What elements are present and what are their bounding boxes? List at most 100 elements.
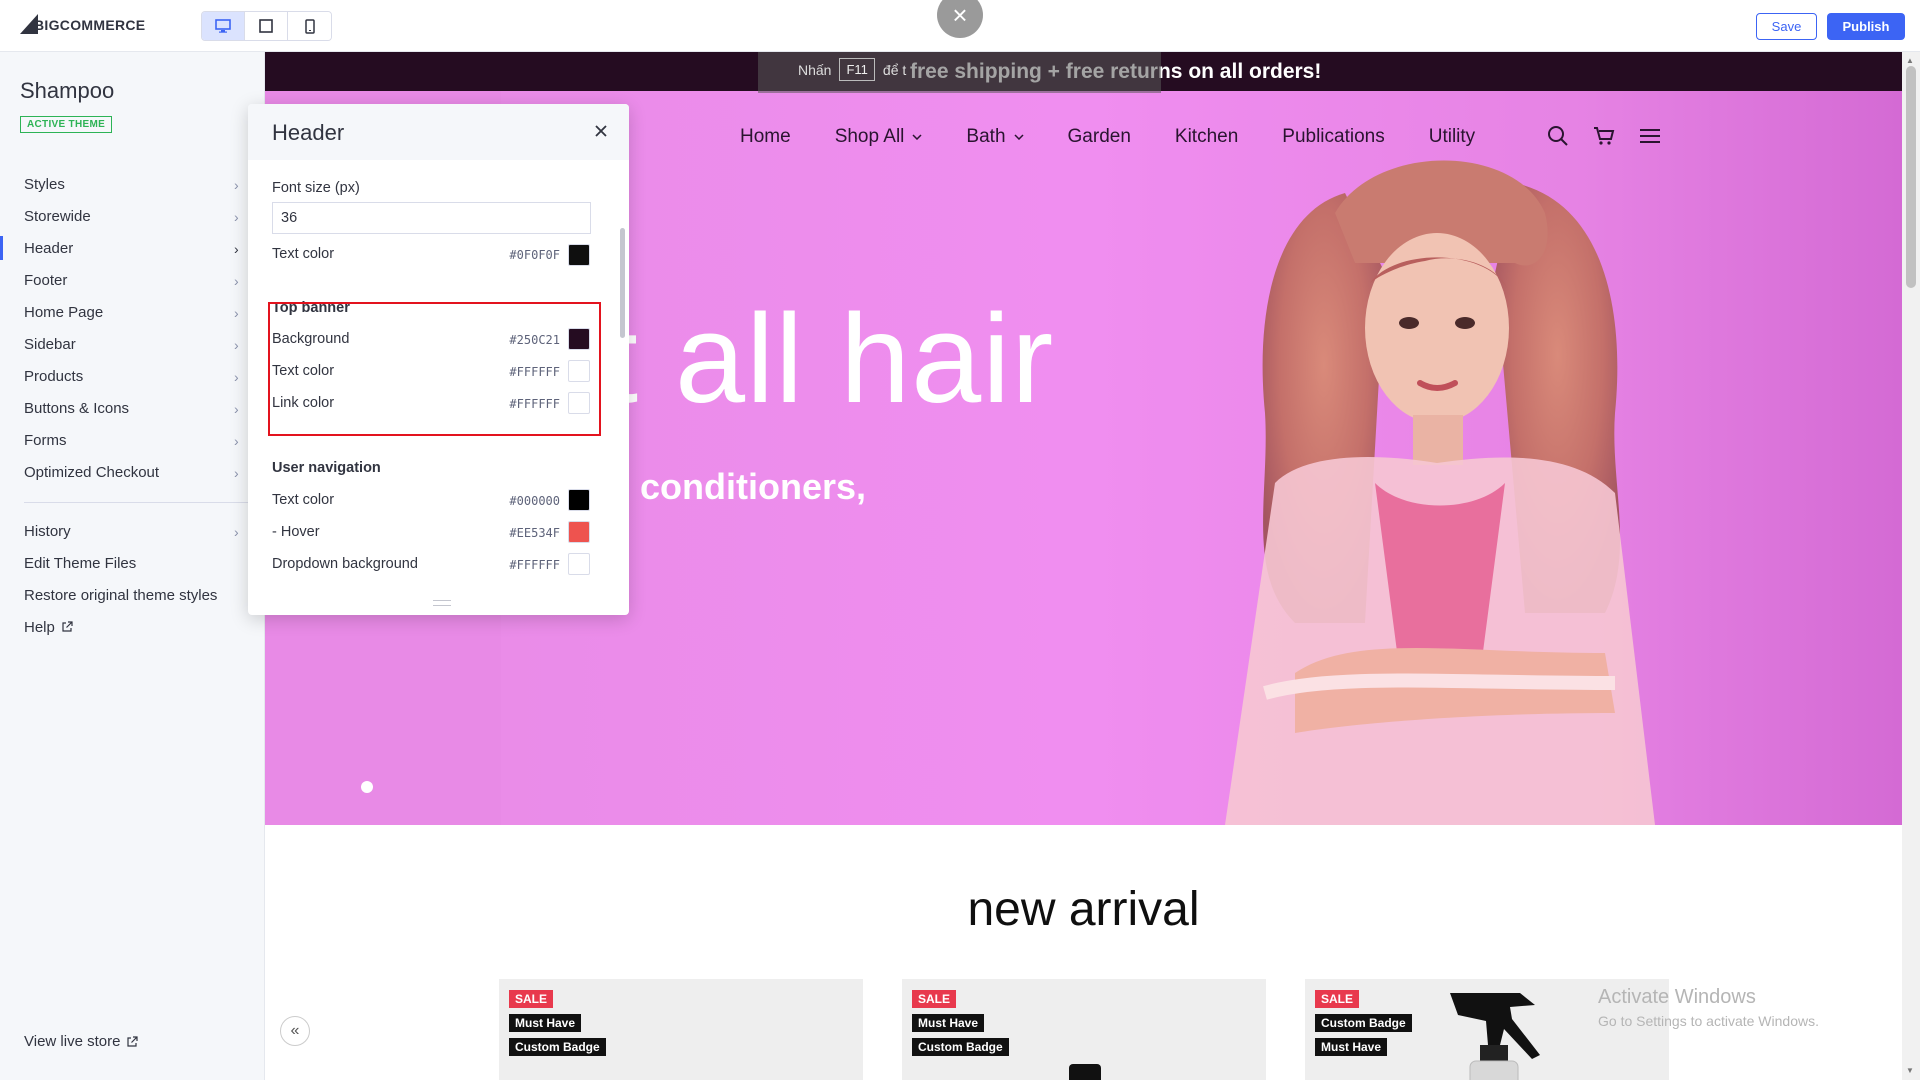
cart-icon[interactable]	[1593, 125, 1615, 147]
user-nav-text-color-label: Text color	[272, 492, 335, 508]
sidebar-item-forms[interactable]: Forms ›	[0, 424, 265, 456]
panel-body: Font size (px) Text color #0F0F0F Top ba…	[248, 160, 620, 605]
fullscreen-hint-text: để t	[882, 61, 907, 78]
sidebar-item-label: Sidebar	[24, 335, 76, 353]
store-nav-utility[interactable]: Utility	[1429, 126, 1475, 148]
chevron-right-icon: ›	[234, 369, 239, 385]
product-badge: Custom Badge	[509, 1038, 606, 1056]
store-nav-garden[interactable]: Garden	[1068, 126, 1131, 148]
sidebar-item-label: Forms	[24, 431, 67, 449]
sidebar-item-storewide[interactable]: Storewide ›	[0, 200, 265, 232]
external-link-icon	[62, 621, 73, 632]
sidebar-item-history[interactable]: History ›	[0, 515, 265, 547]
font-size-input[interactable]	[272, 202, 591, 234]
carousel-dot[interactable]	[361, 781, 373, 793]
theme-name: Shampoo	[20, 78, 115, 103]
settings-nav: Styles › Storewide › Header › Footer › Home …	[0, 168, 265, 643]
top-banner-text-color-swatch[interactable]	[568, 360, 590, 382]
sidebar-item-products[interactable]: Products ›	[0, 360, 265, 392]
tablet-icon	[259, 19, 273, 33]
store-nav-label: Kitchen	[1174, 126, 1239, 147]
text-color-label: Text color	[272, 246, 335, 262]
publish-button[interactable]: Publish	[1827, 13, 1905, 40]
store-nav-home[interactable]: Home	[740, 126, 791, 148]
panel-close-button[interactable]	[591, 121, 611, 141]
windows-activation-watermark: Activate Windows Go to Settings to activ…	[1598, 986, 1819, 1029]
sidebar-item-label: Storewide	[24, 207, 91, 225]
device-switcher	[201, 11, 332, 41]
chevron-right-icon: ›	[234, 177, 239, 193]
top-banner-link-color-label: Link color	[272, 395, 335, 411]
sidebar-item-buttons-icons[interactable]: Buttons & Icons ›	[0, 392, 265, 424]
menu-icon[interactable]	[1639, 125, 1661, 147]
view-live-store-label: View live store	[24, 1033, 121, 1050]
active-theme-badge: ACTIVE THEME	[20, 116, 113, 133]
product-card[interactable]: SALE Must Have Custom Badge	[902, 979, 1266, 1080]
save-button[interactable]: Save	[1756, 13, 1817, 40]
sidebar-item-footer[interactable]: Footer ›	[0, 264, 265, 296]
sidebar-item-home-page[interactable]: Home Page ›	[0, 296, 265, 328]
store-nav-publications[interactable]: Publications	[1282, 126, 1384, 148]
desktop-icon	[215, 19, 231, 33]
sidebar-item-label: Footer	[24, 271, 68, 289]
f11-key: F11	[839, 58, 875, 81]
top-banner-link-color-swatch[interactable]	[568, 392, 590, 414]
tablet-view-button[interactable]	[245, 12, 288, 40]
preview-scrollbar-thumb[interactable]	[1906, 66, 1916, 288]
logo-text: BIGCOMMERCE	[34, 17, 146, 33]
store-nav-label: Home	[740, 126, 791, 147]
text-color-swatch[interactable]	[568, 244, 590, 266]
sidebar-item-label: Header	[24, 239, 74, 257]
desktop-view-button[interactable]	[202, 12, 245, 40]
product-badge: Must Have	[912, 1014, 985, 1032]
sidebar-item-header[interactable]: Header ›	[0, 232, 265, 264]
sidebar-item-label: Home Page	[24, 303, 104, 321]
restore-theme-styles-link[interactable]: Restore original theme styles	[0, 579, 265, 611]
sidebar-item-label: Buttons & Icons	[24, 399, 130, 417]
scroll-down-icon[interactable]: ▼	[1906, 1066, 1914, 1075]
chevron-right-icon: ›	[234, 241, 239, 257]
scroll-up-icon[interactable]: ▲	[1906, 56, 1914, 65]
help-label: Help	[24, 618, 55, 636]
chevron-right-icon: ›	[234, 524, 239, 540]
user-nav-text-color-swatch[interactable]	[568, 489, 590, 511]
user-nav-dropdown-swatch[interactable]	[568, 553, 590, 575]
view-live-store-link[interactable]: View live store	[24, 1033, 139, 1050]
carousel-prev-button[interactable]: «	[280, 1016, 310, 1046]
theme-sidebar: Shampoo ACTIVE THEME Styles › Storewide › …	[0, 52, 265, 1080]
bigcommerce-logo[interactable]: BIGCOMMERCE	[20, 10, 145, 40]
store-nav-bath[interactable]: Bath	[966, 126, 1024, 148]
top-banner-section-title: Top banner	[272, 300, 350, 316]
user-nav-hover-swatch[interactable]	[568, 521, 590, 543]
search-icon[interactable]	[1547, 125, 1569, 147]
top-banner-background-swatch[interactable]	[568, 328, 590, 350]
panel-scrollbar-thumb[interactable]	[620, 228, 625, 338]
sidebar-item-sidebar[interactable]: Sidebar ›	[0, 328, 265, 360]
sale-badge: SALE	[1315, 990, 1360, 1008]
activate-title: Activate Windows	[1598, 986, 1756, 1008]
chevron-right-icon: ›	[234, 401, 239, 417]
external-link-icon	[127, 1035, 139, 1047]
chevron-down-icon	[1013, 134, 1024, 140]
sidebar-item-optimized-checkout[interactable]: Optimized Checkout ›	[0, 456, 265, 488]
edit-theme-files-link[interactable]: Edit Theme Files	[0, 547, 265, 579]
text-color-hex: #0F0F0F	[509, 248, 560, 262]
store-nav-shop-all[interactable]: Shop All	[835, 126, 923, 148]
help-link[interactable]: Help	[0, 611, 265, 643]
product-card[interactable]: SALE Must Have Custom Badge	[499, 979, 863, 1080]
store-nav-label: Bath	[966, 126, 1006, 147]
store-nav-label: Shop All	[834, 126, 905, 147]
panel-resize-handle[interactable]	[433, 600, 451, 606]
hero-title: t all hair	[603, 288, 1055, 429]
store-nav-kitchen[interactable]: Kitchen	[1175, 126, 1238, 148]
sidebar-item-styles[interactable]: Styles ›	[0, 168, 265, 200]
user-nav-hover-hex: #EE534F	[509, 526, 560, 540]
product-spray-bottle-image	[1450, 993, 1540, 1080]
hero-subtitle: conditioners,	[640, 466, 867, 507]
product-badge: Custom Badge	[912, 1038, 1009, 1056]
user-nav-hover-label: - Hover	[272, 524, 320, 540]
top-banner-background-label: Background	[272, 331, 350, 347]
panel-header: Header	[248, 104, 629, 160]
mobile-view-button[interactable]	[288, 12, 331, 40]
sale-badge: SALE	[509, 990, 554, 1008]
